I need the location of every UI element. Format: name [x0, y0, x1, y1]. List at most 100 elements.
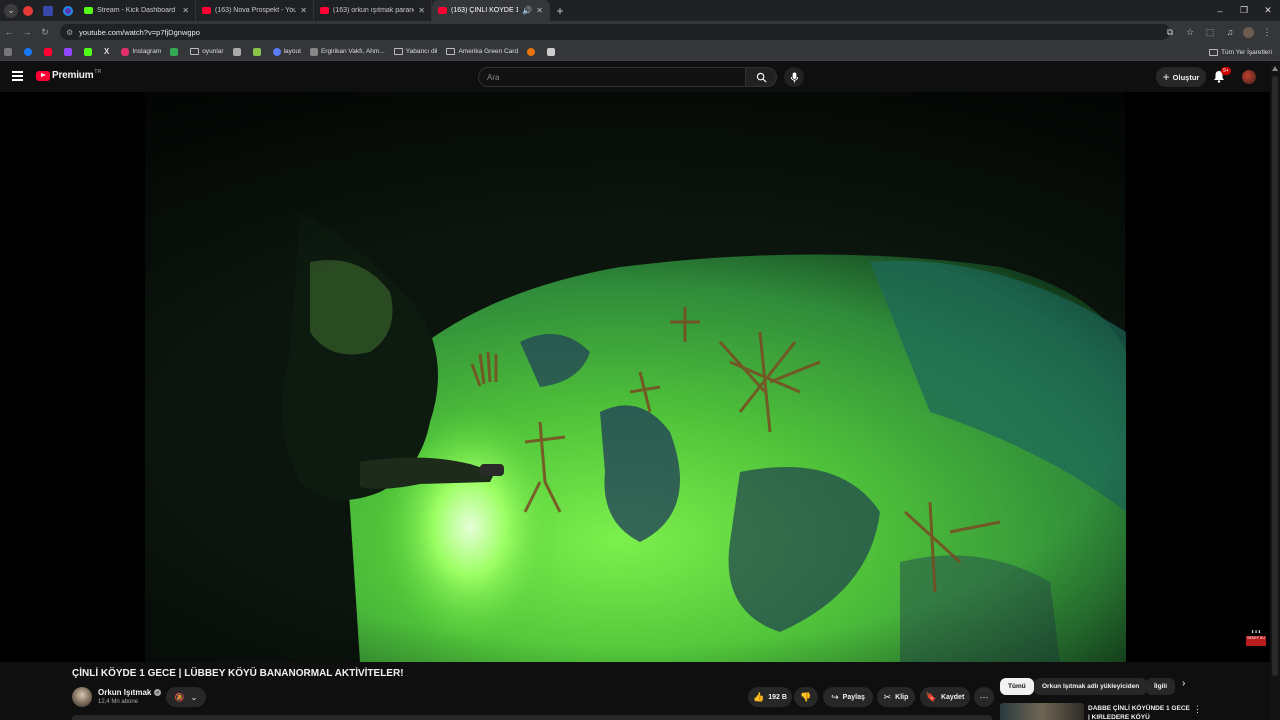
scroll-thumb[interactable] — [1272, 76, 1278, 676]
chip-all[interactable]: Tümü — [1000, 678, 1034, 695]
pinned-tab-2[interactable] — [38, 0, 58, 21]
save-button[interactable]: 🔖 Kaydet — [920, 687, 970, 707]
bookmark-green-card[interactable]: Amerika Green Card — [446, 48, 518, 55]
bookmark-yabanci-dil[interactable]: Yabancı dil — [393, 48, 437, 55]
layout-icon — [272, 47, 281, 56]
reload-icon[interactable]: ↻ — [36, 27, 54, 38]
menu-icon[interactable]: ⋮ — [1260, 27, 1274, 38]
youtube-premium-logo[interactable]: Premium TR — [36, 68, 102, 81]
profile-avatar[interactable] — [1243, 26, 1254, 38]
bookmark-oyunlar[interactable]: oyunlar — [190, 48, 224, 55]
logo-country: TR — [94, 68, 102, 75]
bookmark-drive[interactable] — [170, 47, 181, 56]
twitch-icon — [64, 47, 72, 56]
scroll-up-icon[interactable] — [1272, 66, 1278, 71]
channel-watermark[interactable]: ⬇⬇⬇ SEDEF SU — [1246, 629, 1266, 649]
site-info-icon[interactable]: ⚙ — [66, 28, 73, 37]
page-scrollbar[interactable] — [1270, 62, 1280, 720]
bookmark-youtube[interactable] — [44, 47, 55, 56]
apps-icon[interactable] — [4, 47, 15, 56]
more-actions-button[interactable]: ⋯ — [974, 687, 994, 707]
search-button[interactable] — [745, 67, 777, 87]
account-avatar[interactable] — [1242, 70, 1256, 84]
recommendation-thumbnail[interactable] — [1000, 703, 1084, 720]
create-button[interactable]: + Oluştur — [1156, 67, 1206, 87]
tab-kick-dashboard[interactable]: Stream - Kick Dashboard ✕ — [78, 0, 196, 21]
save-label: Kaydet — [940, 693, 965, 701]
tab-title: (163) orkun ışıtmak paranormal — [333, 7, 414, 14]
recommendation-title[interactable]: DABBE ÇİNLİ KÖYÜNDE 1 GECE | KIRLEDERE K… — [1088, 704, 1192, 720]
notification-settings-button[interactable]: 🔕 ⌄ — [166, 687, 206, 707]
clip-button[interactable]: ✂ Klip — [877, 687, 915, 707]
toolbar-actions: ⧉ ☆ ⬚ ♫ ⋮ — [1163, 21, 1274, 43]
extensions-icon[interactable]: ⬚ — [1203, 27, 1217, 38]
bell-off-icon: 🔕 — [174, 692, 185, 702]
share-button[interactable]: ↪ Paylaş — [823, 687, 873, 707]
tab-orkun-paranormal[interactable]: (163) orkun ışıtmak paranormal ✕ — [314, 0, 432, 21]
all-bookmarks[interactable]: Tüm Yer İşaretleri — [1209, 43, 1272, 61]
channel-name-link[interactable]: Orkun Işıtmak ✓ — [98, 688, 162, 697]
url-text: youtube.com/watch?v=p7fjDgnwgpo — [79, 27, 200, 37]
watermark-label: SEDEF SU — [1246, 636, 1266, 646]
like-count: 192 B — [768, 693, 787, 701]
chip-from-uploader[interactable]: Orkun Işıtmak adlı yükleyiciden — [1034, 678, 1148, 695]
bookmark-label: Instagram — [132, 48, 162, 55]
description-box[interactable] — [72, 715, 992, 720]
gmail-icon — [232, 47, 241, 56]
bookmark-x[interactable]: X — [104, 47, 112, 56]
restore-icon[interactable]: ❐ — [1232, 0, 1256, 21]
pinned-tab-1[interactable] — [18, 0, 38, 21]
bookmark-kick[interactable] — [84, 47, 95, 56]
chevron-right-icon[interactable]: › — [1182, 678, 1185, 689]
bookmarks-bar: X Instagram oyunlar layout Ergirikan Vak… — [0, 43, 1280, 61]
bookmark-label: Ergirikan Vakfı, Ahm... — [320, 48, 385, 55]
dislike-button[interactable]: 👎 — [794, 687, 818, 707]
site-icon — [309, 47, 318, 56]
close-icon[interactable]: ✕ — [418, 6, 425, 15]
video-frame — [0, 92, 1270, 662]
bookmark-facebook[interactable] — [24, 47, 35, 56]
folder-icon — [190, 48, 200, 55]
kick-icon — [84, 7, 93, 14]
arrows-icon: ⬇⬇⬇ — [1250, 629, 1262, 634]
bookmark-star[interactable] — [252, 47, 264, 56]
bookmark-chrome[interactable] — [527, 47, 538, 56]
back-icon[interactable]: ← — [0, 27, 18, 37]
search-input[interactable]: Ara — [478, 67, 746, 87]
tab-nova-prospekt[interactable]: (163) Nova Prospekt - YouTube ✕ — [196, 0, 314, 21]
address-bar[interactable]: ⚙ youtube.com/watch?v=p7fjDgnwgpo — [60, 24, 1170, 40]
install-icon[interactable]: ⧉ — [1163, 27, 1177, 38]
chip-related[interactable]: İlgili — [1146, 678, 1175, 695]
bookmark-instagram[interactable]: Instagram — [121, 47, 162, 56]
more-vert-icon[interactable]: ⋮ — [1193, 704, 1202, 715]
search-placeholder: Ara — [487, 72, 500, 82]
notifications-button[interactable]: 9+ — [1213, 67, 1231, 84]
bookmark-twitch[interactable] — [64, 47, 75, 56]
close-window-icon[interactable]: ✕ — [1256, 0, 1280, 21]
chrome-icon — [527, 47, 536, 56]
bookmark-layout[interactable]: layout — [272, 47, 301, 56]
bookmark-grid[interactable] — [547, 47, 558, 56]
browser-window: ⌄ Stream - Kick Dashboard ✕ (163) Nova P… — [0, 0, 1280, 720]
forward-icon[interactable]: → — [18, 27, 36, 37]
bookmark-ergirikan[interactable]: Ergirikan Vakfı, Ahm... — [309, 47, 385, 56]
voice-search-button[interactable] — [784, 67, 804, 87]
close-icon[interactable]: ✕ — [300, 6, 307, 15]
speaker-icon[interactable]: 🔊 — [522, 6, 532, 15]
like-button[interactable]: 👍 192 B — [748, 687, 792, 707]
media-icon[interactable]: ♫ — [1223, 27, 1237, 37]
video-player[interactable] — [0, 92, 1270, 662]
close-icon[interactable]: ✕ — [536, 6, 543, 15]
hamburger-menu-icon[interactable] — [12, 71, 23, 81]
channel-avatar[interactable] — [72, 687, 92, 707]
tab-cinli-koyde[interactable]: (163) ÇİNLİ KÖYDE 1 GECE 🔊 ✕ — [432, 0, 550, 21]
bookmark-gmail[interactable] — [232, 47, 244, 56]
channel-name: Orkun Işıtmak — [98, 688, 152, 697]
drive-icon — [170, 47, 179, 56]
bookmark-star-icon[interactable]: ☆ — [1183, 27, 1197, 38]
new-tab-button[interactable]: + — [550, 4, 570, 18]
minimize-icon[interactable]: – — [1208, 0, 1232, 21]
close-icon[interactable]: ✕ — [182, 6, 189, 15]
tab-search-icon[interactable]: ⌄ — [4, 3, 18, 18]
pinned-tab-3[interactable] — [58, 0, 78, 21]
